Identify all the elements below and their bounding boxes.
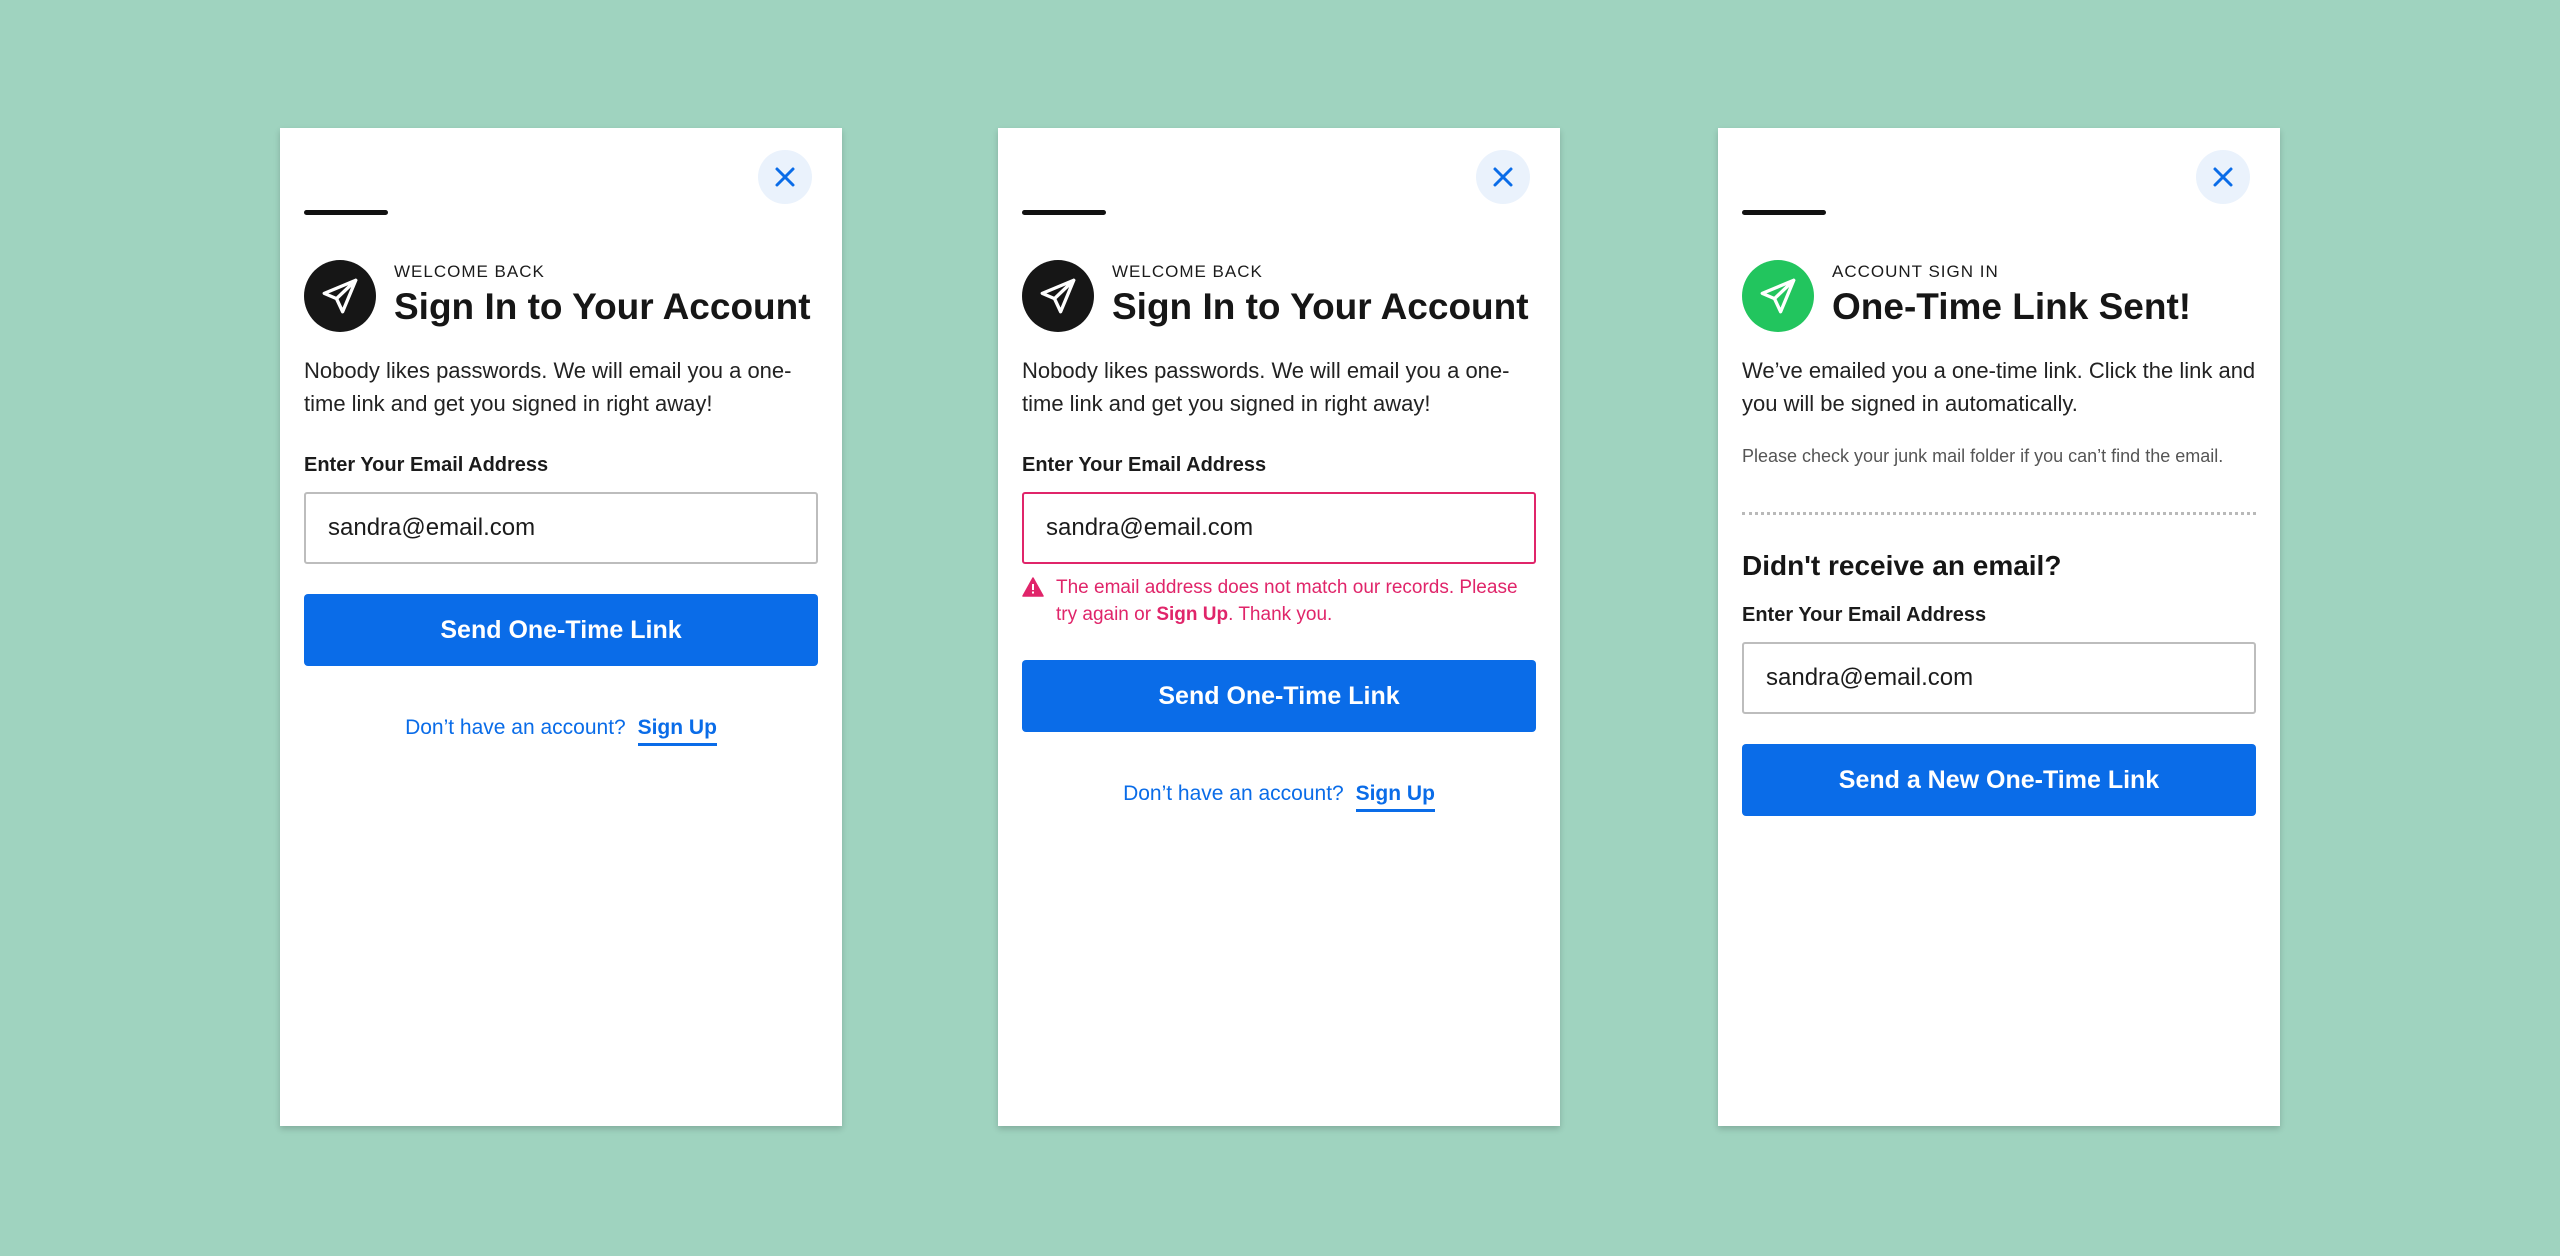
close-icon [775,167,795,187]
close-button[interactable] [758,150,812,204]
description: We’ve emailed you a one-time link. Click… [1742,358,2256,416]
email-label: Enter Your Email Address [1742,604,1987,626]
close-button[interactable] [2196,150,2250,204]
close-icon [2213,167,2233,187]
close-button[interactable] [1476,150,1530,204]
error-signup-link[interactable]: Sign Up [1156,604,1228,625]
description: Nobody likes passwords. We will email yo… [1022,358,1510,416]
description: Nobody likes passwords. We will email yo… [304,358,792,416]
page-title: One-Time Link Sent! [1832,286,2192,327]
email-label: Enter Your Email Address [1022,454,1267,476]
resend-link-button[interactable]: Send a New One-Time Link [1742,744,2256,816]
email-input[interactable] [1022,492,1536,564]
panel-header: WELCOME BACK Sign In to Your Account [1022,260,1540,332]
signup-prompt-text: Don’t have an account? [1123,782,1344,805]
signup-link[interactable]: Sign Up [1355,782,1435,812]
link-sent-panel: ACCOUNT SIGN IN One-Time Link Sent! We’v… [1718,128,2280,1126]
panel-header: ACCOUNT SIGN IN One-Time Link Sent! [1742,260,2260,332]
signup-link[interactable]: Sign Up [637,716,717,746]
divider [1742,512,2256,515]
drag-handle[interactable] [304,210,388,215]
eyebrow-label: WELCOME BACK [394,262,545,281]
sign-in-panel: WELCOME BACK Sign In to Your Account Nob… [280,128,842,1126]
drag-handle[interactable] [1742,210,1826,215]
email-input[interactable] [304,492,818,564]
send-link-button[interactable]: Send One-Time Link [304,594,818,666]
send-link-button[interactable]: Send One-Time Link [1022,660,1536,732]
email-input[interactable] [1742,642,2256,714]
panel-header: WELCOME BACK Sign In to Your Account [304,260,822,332]
signup-prompt: Don’t have an account? Sign Up [280,716,842,746]
drag-handle[interactable] [1022,210,1106,215]
junk-mail-hint: Please check your junk mail folder if yo… [1742,446,2224,466]
paper-plane-icon [304,260,376,332]
close-icon [1493,167,1513,187]
resend-heading: Didn't receive an email? [1742,550,2062,581]
page-title: Sign In to Your Account [394,286,811,327]
page-title: Sign In to Your Account [1112,286,1529,327]
warning-icon [1022,577,1044,597]
error-message: The email address does not match our rec… [1022,574,1540,628]
sign-in-error-panel: WELCOME BACK Sign In to Your Account Nob… [998,128,1560,1126]
paper-plane-icon [1742,260,1814,332]
eyebrow-label: WELCOME BACK [1112,262,1263,281]
email-label: Enter Your Email Address [304,454,549,476]
error-text-end: . Thank you. [1228,604,1333,625]
paper-plane-icon [1022,260,1094,332]
signup-prompt-text: Don’t have an account? [405,716,626,739]
signup-prompt: Don’t have an account? Sign Up [998,782,1560,812]
eyebrow-label: ACCOUNT SIGN IN [1832,262,1999,281]
